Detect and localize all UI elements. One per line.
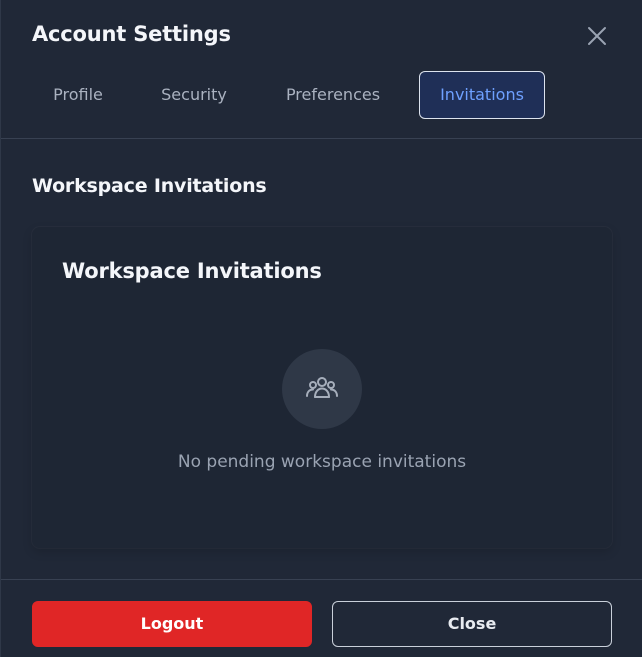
close-icon[interactable] <box>585 24 609 48</box>
modal-header: Account Settings Profile Security Prefer… <box>1 0 642 139</box>
settings-tabs: Profile Security Preferences Invitations <box>32 71 545 119</box>
section-title: Workspace Invitations <box>32 175 267 197</box>
tab-profile[interactable]: Profile <box>32 71 124 119</box>
tab-security[interactable]: Security <box>139 71 249 119</box>
modal-title: Account Settings <box>32 22 231 46</box>
logout-button[interactable]: Logout <box>32 601 312 647</box>
invitations-card: Workspace Invitations No pending workspa… <box>32 227 612 548</box>
users-group-icon <box>282 349 362 429</box>
users-group-icon-svg <box>306 377 338 398</box>
close-icon-svg <box>588 27 606 45</box>
tab-preferences[interactable]: Preferences <box>267 71 399 119</box>
account-settings-modal: Account Settings Profile Security Prefer… <box>0 0 642 657</box>
tab-invitations[interactable]: Invitations <box>419 71 545 119</box>
modal-footer: Logout Close <box>1 579 642 657</box>
empty-state-text: No pending workspace invitations <box>177 452 467 472</box>
close-button[interactable]: Close <box>332 601 612 647</box>
card-title: Workspace Invitations <box>62 259 322 283</box>
